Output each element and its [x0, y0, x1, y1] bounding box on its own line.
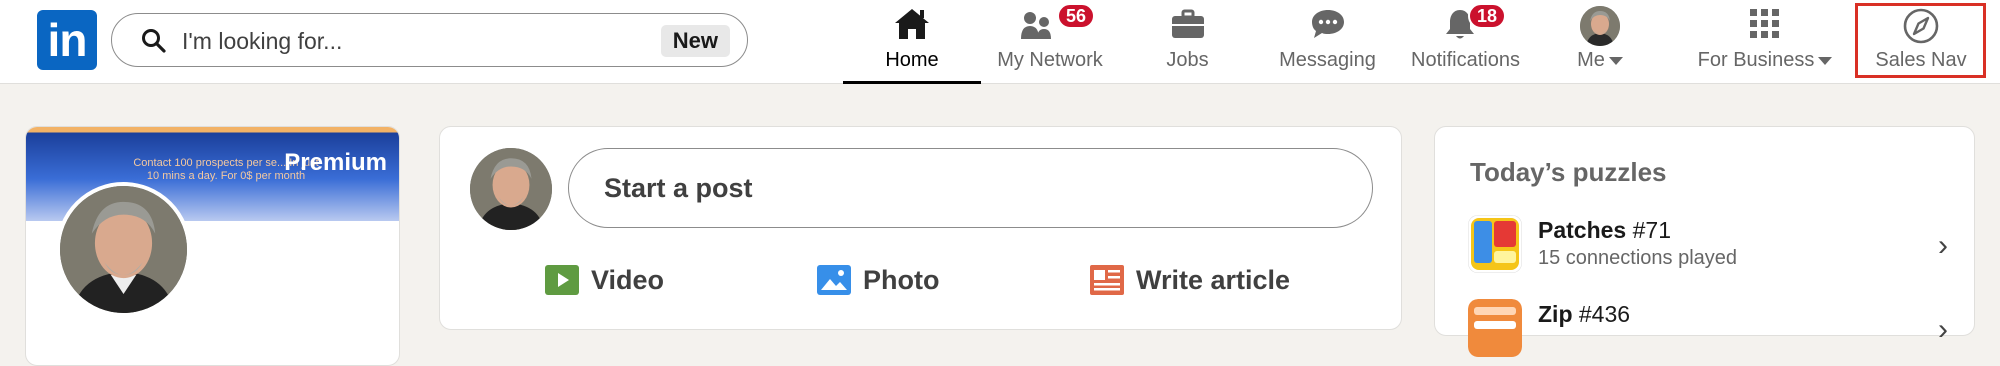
briefcase-icon: [1171, 9, 1204, 38]
nav-notifications-label: Notifications: [1411, 49, 1520, 71]
nav-home[interactable]: Home: [843, 0, 981, 84]
nav-home-label: Home: [885, 49, 939, 71]
video-button[interactable]: Video: [545, 261, 675, 301]
puzzle-number: #436: [1578, 301, 1631, 327]
nav-jobs-label: Jobs: [1166, 49, 1209, 71]
nav-notifications[interactable]: 18 Notifications: [1398, 0, 1533, 84]
photo-button[interactable]: Photo: [817, 261, 957, 301]
puzzle-name: Zip: [1538, 301, 1573, 327]
home-icon: [895, 9, 929, 39]
post-composer: Start a post Video Photo Write article: [439, 126, 1402, 330]
network-icon: [1021, 12, 1051, 39]
puzzles-card: Today’s puzzles Patches #71 15 connectio…: [1434, 126, 1975, 357]
avatar: [1580, 6, 1620, 46]
grid-icon: [1750, 9, 1779, 38]
photo-label: Photo: [863, 265, 940, 295]
nav-me-label: Me: [1577, 49, 1605, 71]
profile-avatar[interactable]: [56, 182, 191, 317]
chevron-right-icon: ›: [1938, 229, 1948, 262]
patches-game-icon: [1468, 215, 1522, 273]
nav-for-business-label: For Business: [1697, 49, 1815, 71]
top-navigation-bar: in I'm looking for... New Home 56 My Net…: [0, 0, 2000, 84]
nav-my-network-label: My Network: [997, 49, 1103, 71]
puzzle-item-patches[interactable]: Patches #71 15 connections played ›: [1468, 215, 1948, 277]
puzzle-number: #71: [1632, 217, 1671, 243]
zip-game-icon: [1468, 299, 1522, 357]
search-placeholder: I'm looking for...: [182, 28, 343, 54]
photo-icon: [817, 265, 851, 295]
sales-nav-highlight: [1855, 3, 1986, 78]
search-icon: [142, 29, 166, 53]
linkedin-logo[interactable]: in: [37, 10, 97, 70]
profile-card[interactable]: Contact 100 prospects per se... In just …: [25, 126, 400, 366]
notifications-badge: 18: [1468, 3, 1507, 29]
puzzle-name: Patches: [1538, 217, 1627, 243]
video-label: Video: [591, 265, 665, 295]
write-article-button[interactable]: Write article: [1090, 261, 1310, 301]
nav-messaging-label: Messaging: [1279, 49, 1376, 71]
write-article-label: Write article: [1136, 265, 1291, 295]
premium-label: Premium: [284, 149, 387, 176]
puzzles-title: Today’s puzzles: [1470, 157, 1667, 187]
nav-my-network[interactable]: 56 My Network: [985, 0, 1115, 84]
nav-for-business[interactable]: For Business: [1690, 0, 1840, 84]
start-post-button[interactable]: Start a post: [568, 148, 1373, 228]
start-post-label: Start a post: [604, 173, 753, 203]
composer-avatar[interactable]: [470, 148, 552, 230]
puzzle-subtitle: 15 connections played: [1538, 247, 1738, 269]
nav-messaging[interactable]: Messaging: [1270, 0, 1385, 84]
search-input[interactable]: I'm looking for... New: [111, 13, 748, 67]
chevron-down-icon: [1608, 56, 1623, 65]
chevron-right-icon: ›: [1938, 313, 1948, 346]
puzzle-item-zip[interactable]: Zip #436 ›: [1468, 299, 1948, 361]
chat-icon: [1311, 10, 1344, 38]
nav-jobs[interactable]: Jobs: [1140, 0, 1235, 84]
new-badge: New: [660, 25, 730, 57]
video-icon: [545, 265, 579, 295]
article-icon: [1090, 265, 1124, 295]
nav-me[interactable]: Me: [1565, 0, 1635, 84]
network-badge: 56: [1057, 3, 1096, 29]
chevron-down-icon: [1818, 56, 1833, 65]
